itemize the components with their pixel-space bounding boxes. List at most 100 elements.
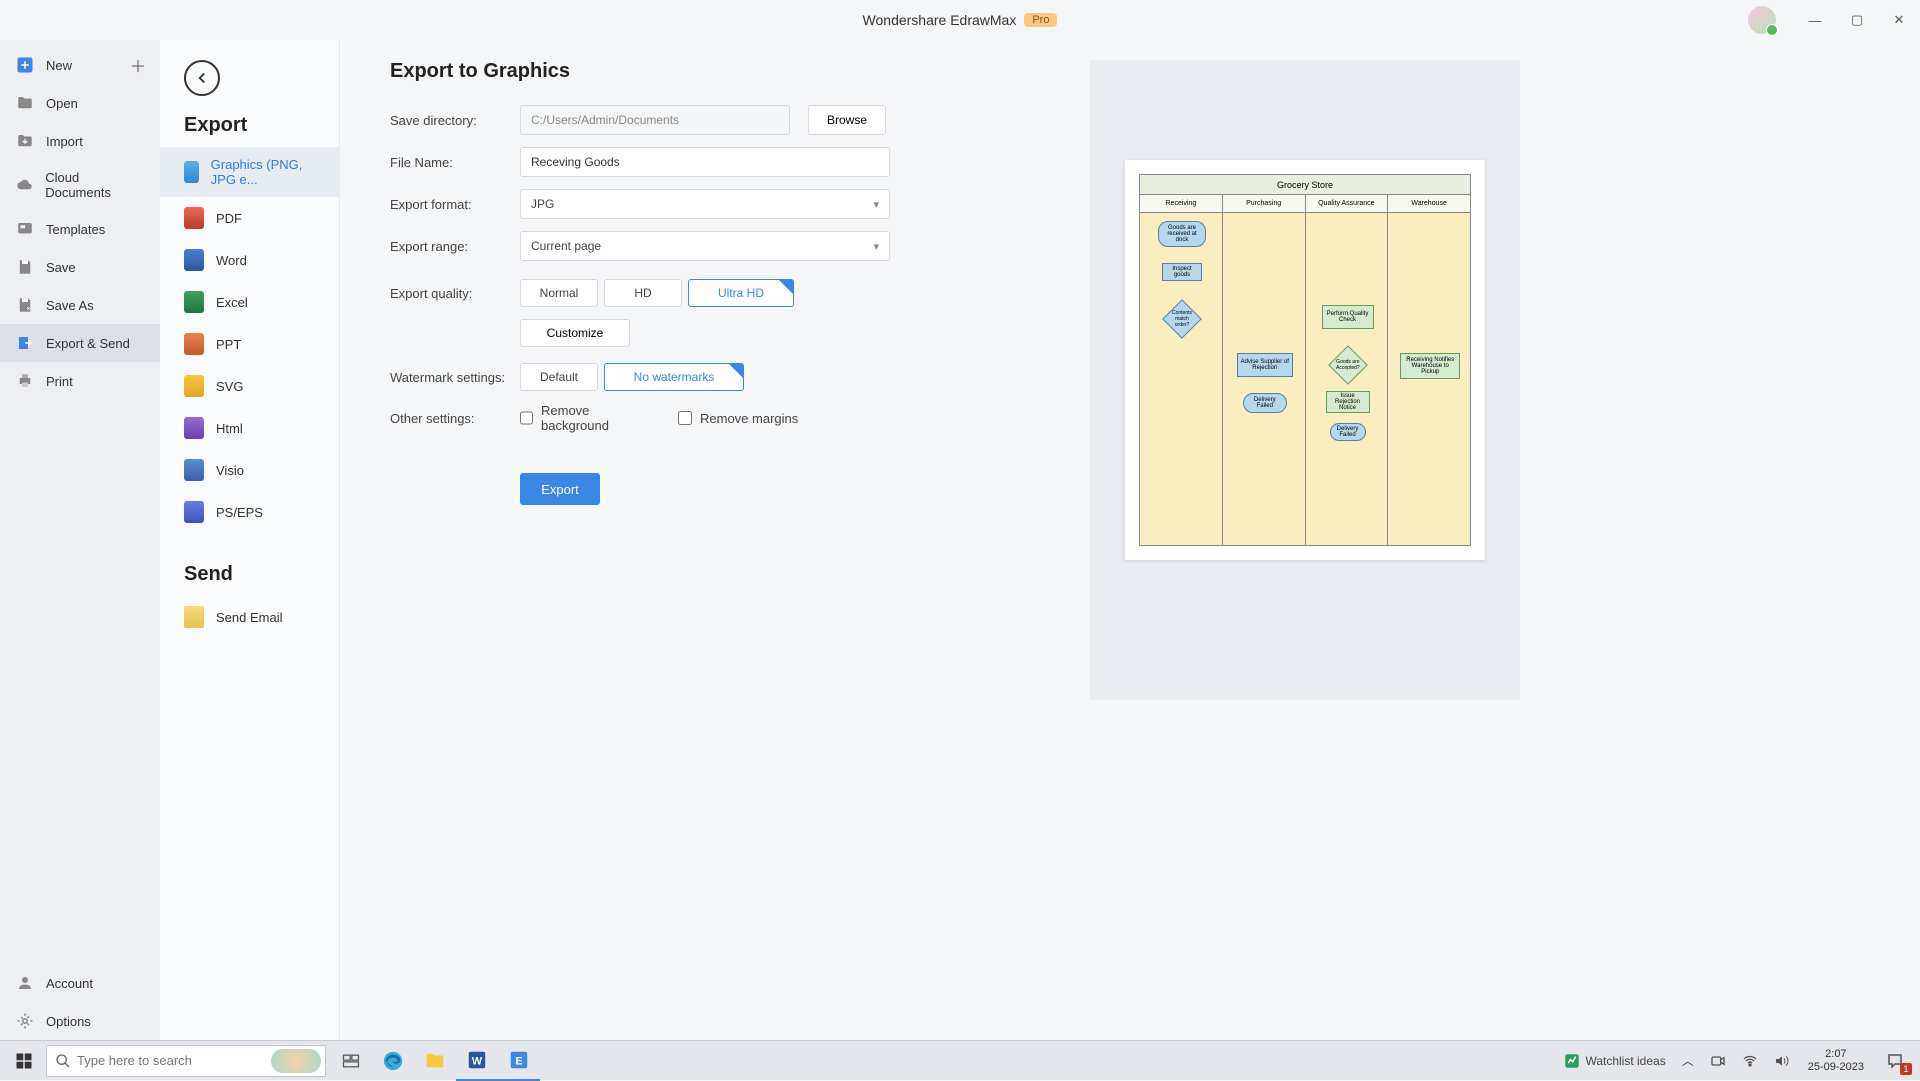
browse-button[interactable]: Browse	[808, 105, 886, 135]
nav-export-send[interactable]: Export & Send	[0, 324, 160, 362]
nav-new[interactable]: New ＋	[0, 46, 160, 84]
cloud-icon	[16, 176, 33, 194]
nav-label: Options	[46, 1014, 91, 1029]
email-icon	[184, 606, 204, 628]
send-section-title: Send	[160, 563, 339, 596]
search-input[interactable]	[77, 1053, 237, 1068]
svg-text:W: W	[472, 1055, 483, 1067]
clock-time: 2:07	[1825, 1048, 1846, 1061]
quality-hd[interactable]: HD	[604, 279, 682, 307]
saveas-icon	[16, 296, 34, 314]
back-button[interactable]	[184, 60, 220, 96]
tray-meet-icon[interactable]	[1704, 1053, 1732, 1069]
nav-label: Save As	[46, 298, 94, 313]
sub-excel[interactable]: Excel	[160, 281, 339, 323]
sub-label: PPT	[216, 337, 241, 352]
label-range: Export range:	[390, 239, 520, 254]
action-center-icon[interactable]: 1	[1876, 1045, 1914, 1077]
flow-node: Delivery Failed	[1330, 423, 1366, 441]
content-pane: Export to Graphics Save directory: Brows…	[340, 40, 1920, 1040]
chk-label: Remove background	[541, 403, 650, 433]
sub-label: PS/EPS	[216, 505, 263, 520]
sub-label: PDF	[216, 211, 242, 226]
taskbar-clock[interactable]: 2:07 25-09-2023	[1800, 1048, 1872, 1074]
quality-ultrahd[interactable]: Ultra HD	[688, 279, 794, 307]
add-icon[interactable]: ＋	[130, 53, 146, 77]
sub-send-email[interactable]: Send Email	[160, 596, 339, 638]
close-button[interactable]: ✕	[1878, 0, 1920, 40]
sub-label: SVG	[216, 379, 243, 394]
sub-html[interactable]: Html	[160, 407, 339, 449]
sub-svg[interactable]: SVG	[160, 365, 339, 407]
chk-label: Remove margins	[700, 411, 798, 426]
label-watermark: Watermark settings:	[390, 370, 520, 385]
watermark-none[interactable]: No watermarks	[604, 363, 744, 391]
nav-label: Export & Send	[46, 336, 130, 351]
nav-open[interactable]: Open	[0, 84, 160, 122]
task-view-icon[interactable]	[330, 1041, 372, 1081]
export-button[interactable]: Export	[520, 473, 600, 505]
print-icon	[16, 372, 34, 390]
minimize-button[interactable]: —	[1794, 0, 1836, 40]
label-format: Export format:	[390, 197, 520, 212]
nav-label: Save	[46, 260, 76, 275]
sub-label: Send Email	[216, 610, 282, 625]
sub-ppt[interactable]: PPT	[160, 323, 339, 365]
lane-header: Warehouse	[1388, 195, 1470, 213]
sub-visio[interactable]: Visio	[160, 449, 339, 491]
visio-file-icon	[184, 459, 204, 481]
tray-chevron-icon[interactable]: ︿	[1676, 1052, 1700, 1069]
label-dir: Save directory:	[390, 113, 520, 128]
nav-options[interactable]: Options	[0, 1002, 160, 1040]
nav-print[interactable]: Print	[0, 362, 160, 400]
chk-remove-margins-wrap[interactable]: Remove margins	[678, 411, 808, 426]
start-button[interactable]	[6, 1043, 42, 1079]
chart-title: Grocery Store	[1140, 175, 1470, 195]
sub-graphics[interactable]: Graphics (PNG, JPG e...	[160, 147, 339, 197]
nav-label: Import	[46, 134, 83, 149]
nav-label: Print	[46, 374, 73, 389]
nav-save[interactable]: Save	[0, 248, 160, 286]
maximize-button[interactable]: ▢	[1836, 0, 1878, 40]
tray-volume-icon[interactable]	[1768, 1053, 1796, 1069]
nav-account[interactable]: Account	[0, 964, 160, 1002]
preview-panel: Grocery Store Receiving Purchasing Quali…	[1090, 60, 1520, 700]
quality-normal[interactable]: Normal	[520, 279, 598, 307]
chk-remove-margins[interactable]	[678, 411, 692, 425]
chk-remove-bg[interactable]	[520, 411, 533, 425]
word-app-icon[interactable]: W	[456, 1041, 498, 1081]
edraw-app-icon[interactable]: E	[498, 1041, 540, 1081]
watermark-default[interactable]: Default	[520, 363, 598, 391]
filename-input[interactable]	[520, 147, 890, 177]
folder-icon	[16, 94, 34, 112]
sub-label: Graphics (PNG, JPG e...	[211, 157, 315, 187]
label-fname: File Name:	[390, 155, 520, 170]
sub-pdf[interactable]: PDF	[160, 197, 339, 239]
watchlist-widget[interactable]: Watchlist ideas	[1557, 1052, 1671, 1070]
label-quality: Export quality:	[390, 286, 520, 301]
nav-saveas[interactable]: Save As	[0, 286, 160, 324]
sub-label: Word	[216, 253, 247, 268]
flow-node: Delivery Failed	[1243, 393, 1287, 413]
nav-templates[interactable]: Templates	[0, 210, 160, 248]
sub-pseps[interactable]: PS/EPS	[160, 491, 339, 533]
svg-file-icon	[184, 375, 204, 397]
range-dropdown[interactable]: Current page ▾	[520, 231, 890, 261]
dir-input[interactable]	[520, 105, 790, 135]
ps-file-icon	[184, 501, 204, 523]
taskbar-search[interactable]	[46, 1045, 326, 1077]
edge-icon[interactable]	[372, 1041, 414, 1081]
customize-button[interactable]: Customize	[520, 319, 630, 347]
tray-wifi-icon[interactable]	[1736, 1053, 1764, 1069]
ppt-file-icon	[184, 333, 204, 355]
user-avatar[interactable]	[1748, 6, 1776, 34]
sub-word[interactable]: Word	[160, 239, 339, 281]
clock-date: 25-09-2023	[1808, 1061, 1864, 1074]
nav-cloud[interactable]: Cloud Documents	[0, 160, 160, 210]
label-other: Other settings:	[390, 411, 520, 426]
format-dropdown[interactable]: JPG ▾	[520, 189, 890, 219]
nav-import[interactable]: Import	[0, 122, 160, 160]
chk-remove-bg-wrap[interactable]: Remove background	[520, 403, 650, 433]
nav-label: Account	[46, 976, 93, 991]
explorer-icon[interactable]	[414, 1041, 456, 1081]
